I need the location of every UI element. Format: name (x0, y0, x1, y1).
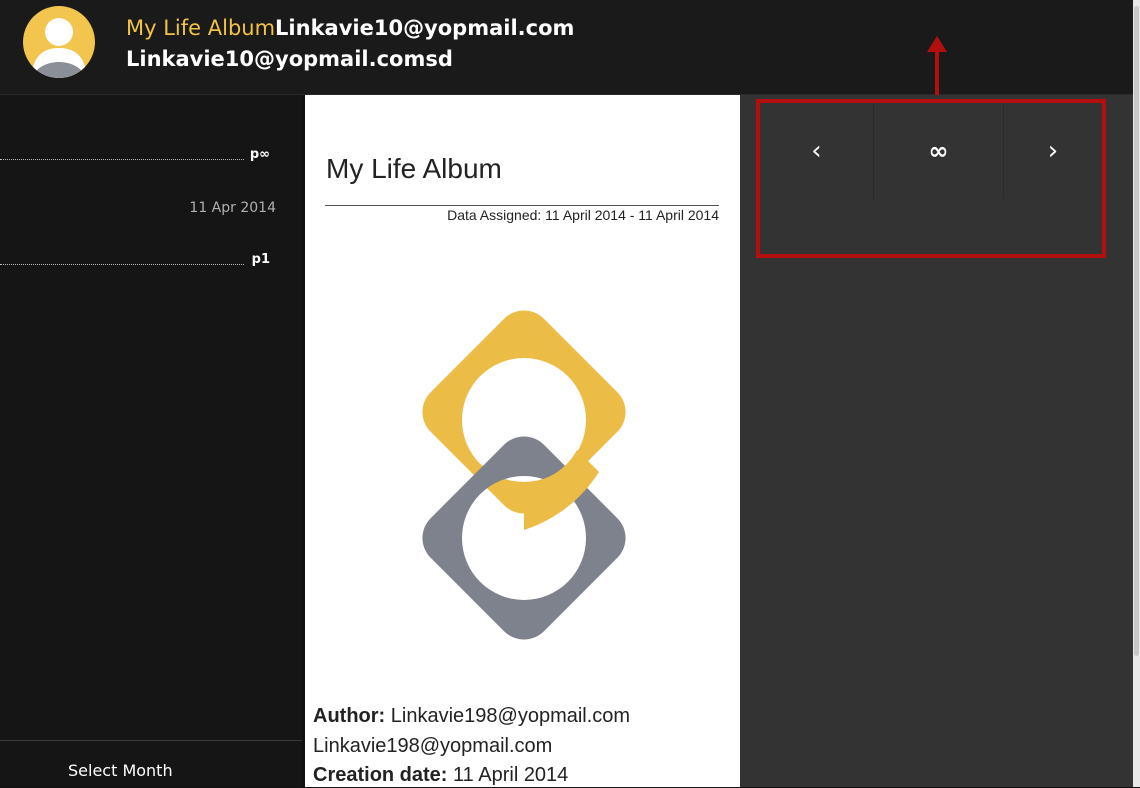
page-title: My Life Album (326, 153, 502, 184)
creation-date-value: 11 April 2014 (453, 764, 569, 786)
sidebar-item-label: p∞ (249, 147, 270, 162)
page-navigation: ‹ ∞ › (756, 99, 1106, 258)
next-page-button[interactable]: › (1004, 103, 1102, 199)
select-month-button[interactable]: Select Month (0, 740, 302, 788)
dotted-leader (0, 264, 244, 265)
right-panel: ‹ ∞ › (740, 95, 1133, 787)
album-logo-icon (422, 310, 626, 640)
author-label: Author: (313, 705, 386, 727)
date-assigned: Data Assigned: 11 April 2014 - 11 April … (447, 207, 719, 223)
user-email: Linkavie10@yopmail.com (275, 16, 575, 40)
select-month-label: Select Month (68, 761, 173, 780)
header-title: My Life AlbumLinkavie10@yopmail.com (126, 14, 574, 42)
creation-date-line: Creation date: 11 April 2014 (313, 764, 568, 787)
previous-page-button[interactable]: ‹ (760, 103, 874, 199)
dotted-leader (0, 159, 244, 160)
author-line: Author: Linkavie198@yopmail.com (313, 705, 630, 728)
user-silhouette-icon (31, 18, 87, 78)
app-title: My Life Album (126, 16, 276, 40)
album-page: My Life Album Data Assigned: 11 April 20… (305, 95, 740, 787)
annotation-arrow-icon (927, 36, 947, 96)
sidebar-date: 11 Apr 2014 (189, 200, 276, 216)
author-value: Linkavie198@yopmail.com (390, 705, 631, 727)
scrollbar[interactable] (1133, 0, 1140, 787)
scrollbar-thumb[interactable] (1134, 6, 1139, 656)
creation-date-label: Creation date: (313, 764, 448, 786)
user-avatar[interactable] (23, 6, 95, 78)
app-header: My Life AlbumLinkavie10@yopmail.com Link… (0, 0, 1133, 95)
sidebar-item-p-infinity[interactable]: p∞ (0, 147, 280, 167)
author-line-2: Linkavie198@yopmail.com (313, 735, 553, 757)
sidebar-item-label: p1 (251, 252, 270, 267)
sidebar-item-p1[interactable]: p1 (0, 252, 280, 272)
title-divider (325, 205, 719, 206)
sidebar: p∞ 11 Apr 2014 p1 Select Month (0, 95, 302, 787)
infinity-button[interactable]: ∞ (874, 103, 1004, 199)
user-name: Linkavie10@yopmail.comsd (126, 47, 453, 71)
